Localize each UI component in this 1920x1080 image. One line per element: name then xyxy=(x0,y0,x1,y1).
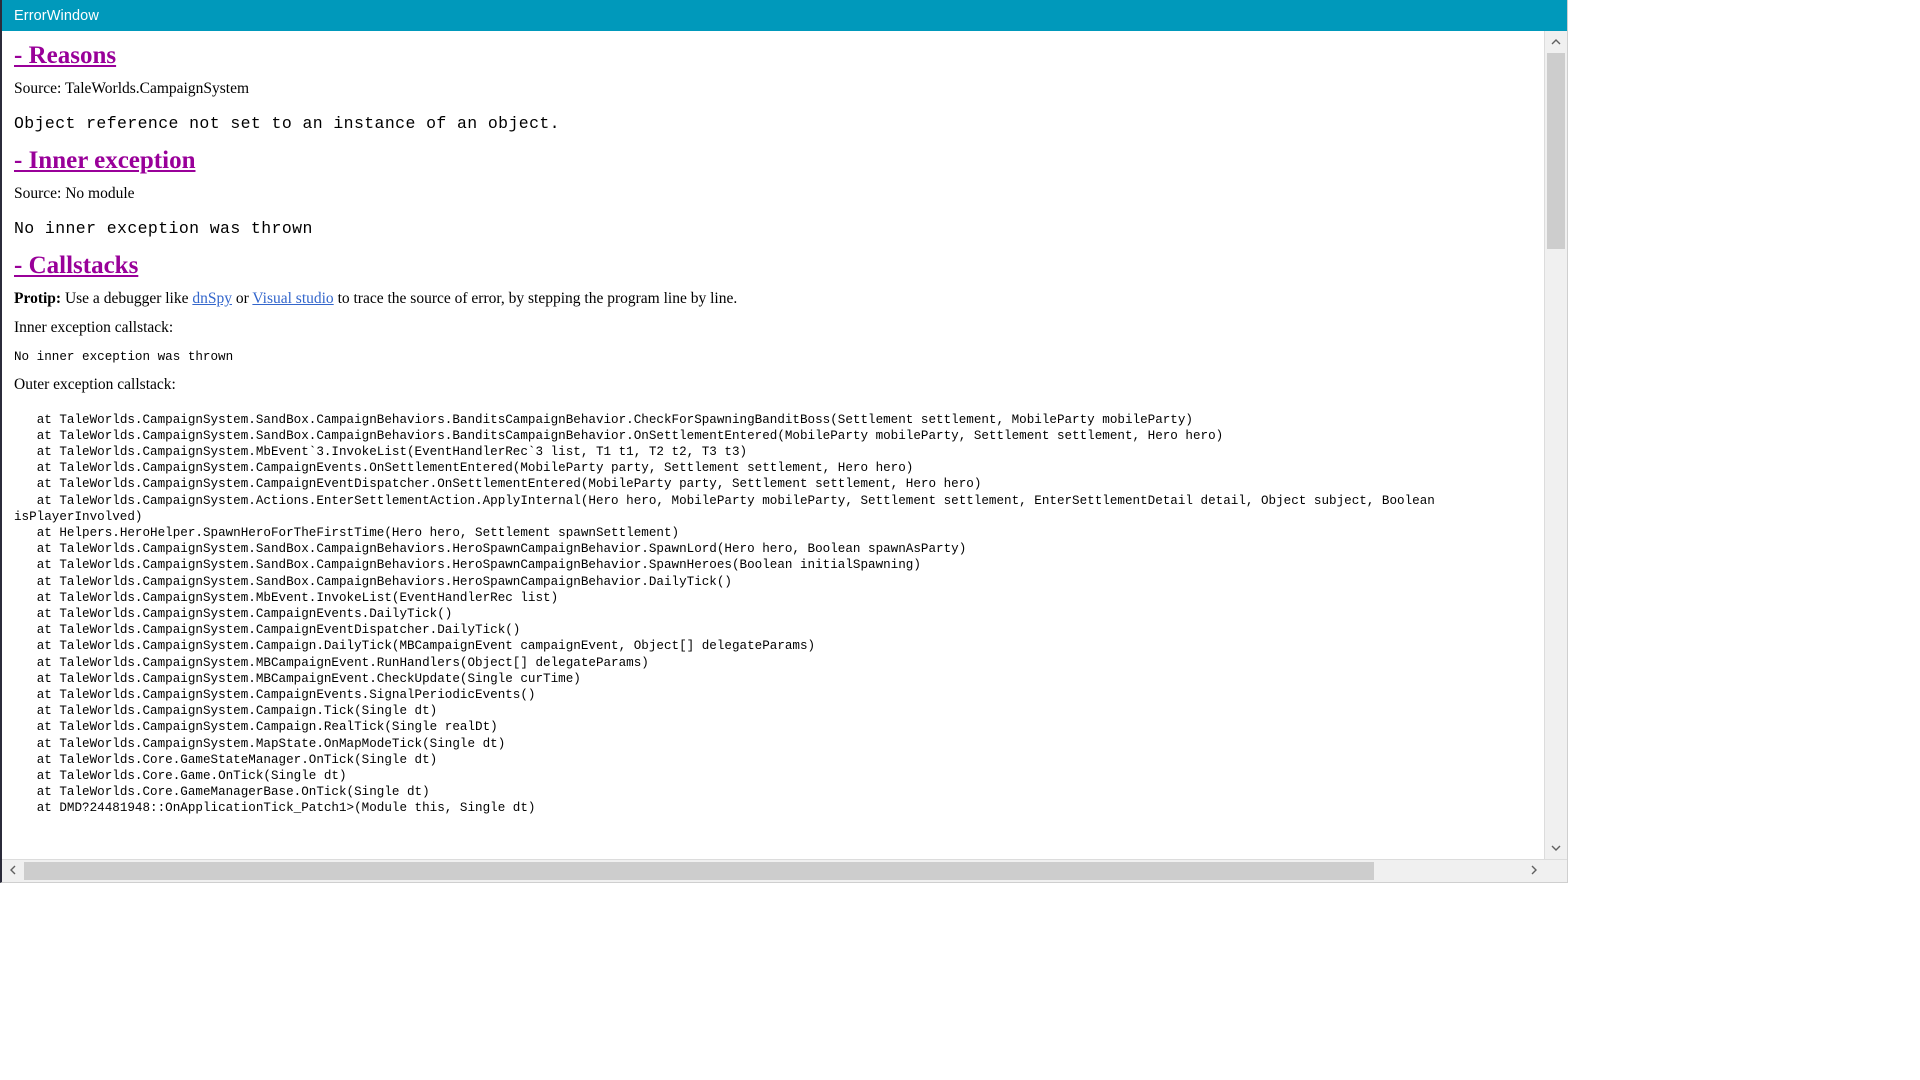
window-body: - Reasons Source: TaleWorlds.CampaignSys… xyxy=(2,31,1567,859)
callstack-line: at TaleWorlds.CampaignSystem.MBCampaignE… xyxy=(14,655,649,670)
callstack-line: at TaleWorlds.CampaignSystem.CampaignEve… xyxy=(14,477,982,492)
scrollbar-corner xyxy=(1545,860,1567,882)
chevron-up-icon xyxy=(1551,38,1561,46)
chevron-left-icon xyxy=(9,862,17,880)
inner-exception-message: No inner exception was thrown xyxy=(14,218,313,238)
protip-text-or: or xyxy=(231,289,253,307)
callstack-line: at TaleWorlds.CampaignSystem.CampaignEve… xyxy=(14,461,914,476)
callstack-line: at Helpers.HeroHelper.SpawnHeroForTheFir… xyxy=(14,525,680,540)
chevron-down-icon xyxy=(1551,844,1561,852)
callstack-line: at TaleWorlds.CampaignSystem.SandBox.Cam… xyxy=(14,542,967,557)
callstacks-heading: - Callstacks xyxy=(14,251,139,279)
protip-line: Protip: Use a debugger like dnSpy or Vis… xyxy=(14,290,1544,308)
reasons-source: Source: TaleWorlds.CampaignSystem xyxy=(14,80,250,98)
inner-exception-heading: - Inner exception xyxy=(14,146,196,174)
window-titlebar[interactable]: ErrorWindow xyxy=(2,0,1567,31)
vertical-scroll-thumb[interactable] xyxy=(1547,53,1565,249)
scroll-left-button[interactable] xyxy=(2,860,24,882)
inner-exception-section: - Inner exception xyxy=(14,134,1544,174)
outer-callstack-label: Outer exception callstack: xyxy=(14,375,176,393)
callstack-line: at TaleWorlds.CampaignSystem.MapState.On… xyxy=(14,736,506,751)
error-content-area: - Reasons Source: TaleWorlds.CampaignSys… xyxy=(2,31,1544,859)
callstack-line: at TaleWorlds.Core.GameStateManager.OnTi… xyxy=(14,752,438,767)
callstacks-section: - Callstacks xyxy=(14,239,1544,279)
inner-callstack-text: No inner exception was thrown xyxy=(14,349,234,364)
protip-text-before: Use a debugger like xyxy=(61,289,193,307)
reasons-message: Object reference not set to an instance … xyxy=(14,114,560,134)
callstack-line: at TaleWorlds.CampaignSystem.MbEvent.Inv… xyxy=(14,590,559,605)
dnspy-link[interactable]: dnSpy xyxy=(192,290,232,307)
scroll-right-button[interactable] xyxy=(1523,860,1545,882)
reasons-heading: - Reasons xyxy=(14,42,117,69)
callstack-line: at TaleWorlds.CampaignSystem.Campaign.Re… xyxy=(14,720,498,735)
callstack-line: at TaleWorlds.CampaignSystem.CampaignEve… xyxy=(14,606,453,621)
horizontal-scroll-thumb[interactable] xyxy=(24,862,1374,880)
vertical-scrollbar[interactable] xyxy=(1544,31,1567,859)
callstack-line: at TaleWorlds.CampaignSystem.MbEvent`3.I… xyxy=(14,444,748,459)
visual-studio-link[interactable]: Visual studio xyxy=(252,290,333,307)
error-window: ErrorWindow - Reasons Source: TaleWorlds… xyxy=(0,0,1568,883)
callstack-line: at TaleWorlds.CampaignSystem.Actions.Ent… xyxy=(14,493,1443,524)
reasons-section: - Reasons xyxy=(14,31,1544,69)
callstack-line: at DMD?24481948::OnApplicationTick_Patch… xyxy=(14,801,536,816)
protip-text-after: to trace the source of error, by steppin… xyxy=(333,289,738,307)
callstack-line: at TaleWorlds.CampaignSystem.CampaignEve… xyxy=(14,623,521,638)
chevron-right-icon xyxy=(1530,862,1538,880)
protip-label: Protip: xyxy=(14,289,62,307)
callstack-line: at TaleWorlds.Core.Game.OnTick(Single dt… xyxy=(14,768,347,783)
callstack-line: at TaleWorlds.CampaignSystem.SandBox.Cam… xyxy=(14,558,921,573)
callstack-line: at TaleWorlds.CampaignSystem.Campaign.Da… xyxy=(14,639,816,654)
outer-callstack-text: at TaleWorlds.CampaignSystem.SandBox.Cam… xyxy=(14,412,1544,817)
callstack-line: at TaleWorlds.CampaignSystem.Campaign.Ti… xyxy=(14,704,438,719)
inner-exception-source: Source: No module xyxy=(14,185,135,203)
window-title: ErrorWindow xyxy=(14,7,99,24)
vertical-scroll-track[interactable] xyxy=(1545,53,1567,837)
inner-callstack-label: Inner exception callstack: xyxy=(14,318,174,336)
callstack-line: at TaleWorlds.CampaignSystem.SandBox.Cam… xyxy=(14,574,732,589)
callstack-line: at TaleWorlds.CampaignSystem.MBCampaignE… xyxy=(14,671,581,686)
callstack-line: at TaleWorlds.CampaignSystem.SandBox.Cam… xyxy=(14,412,1193,427)
horizontal-scroll-track[interactable] xyxy=(24,860,1523,882)
scroll-down-button[interactable] xyxy=(1545,837,1567,859)
horizontal-scrollbar[interactable] xyxy=(2,859,1567,882)
callstack-line: at TaleWorlds.Core.GameManagerBase.OnTic… xyxy=(14,785,430,800)
scroll-up-button[interactable] xyxy=(1545,31,1567,53)
callstack-line: at TaleWorlds.CampaignSystem.CampaignEve… xyxy=(14,687,536,702)
callstack-line: at TaleWorlds.CampaignSystem.SandBox.Cam… xyxy=(14,428,1224,443)
